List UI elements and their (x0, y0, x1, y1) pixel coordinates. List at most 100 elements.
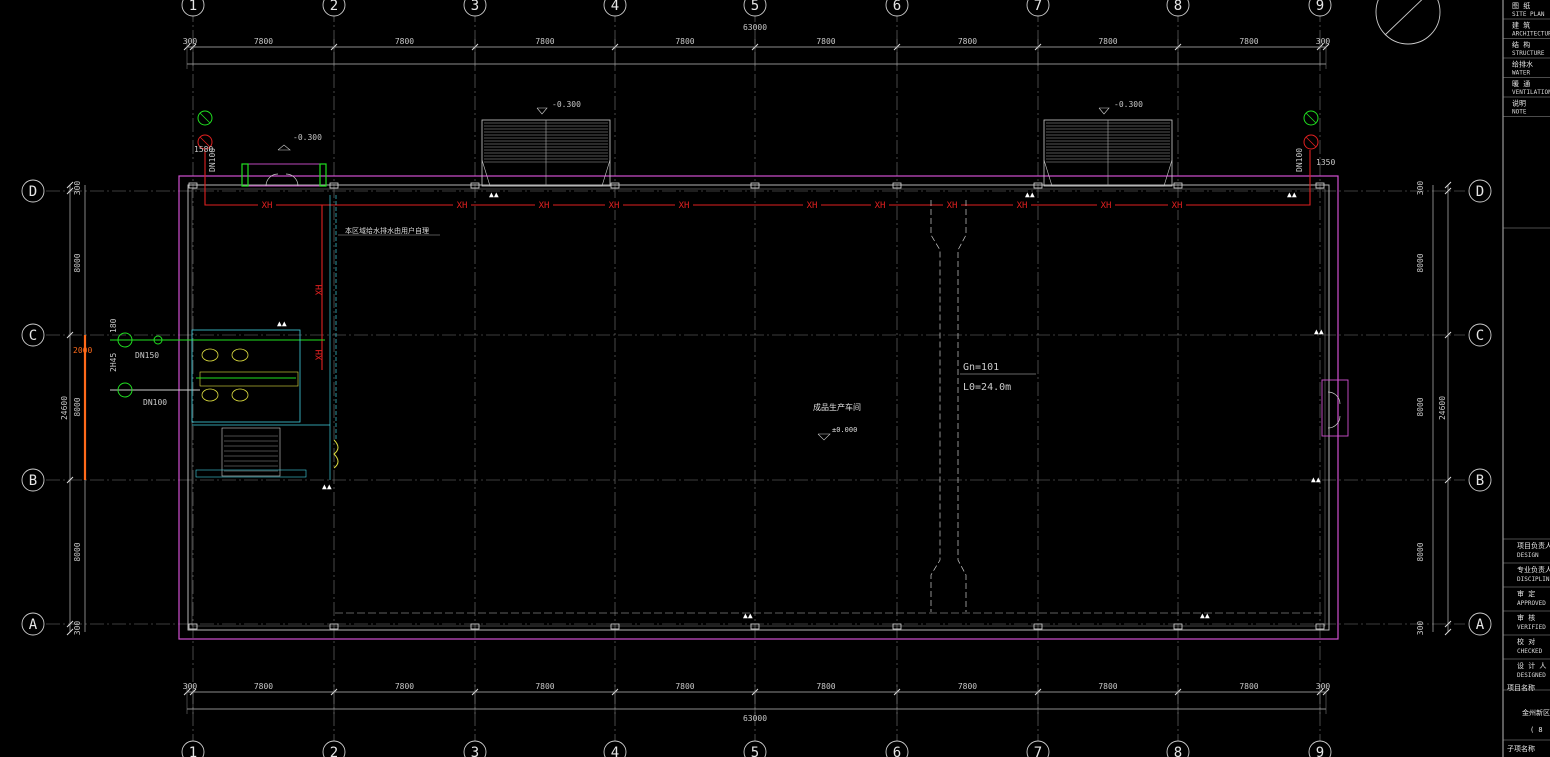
note-text: 本区域给水排水由用户自理 (345, 226, 429, 235)
side-dim-label: 8000 (1416, 253, 1425, 272)
elevation-mark (1098, 107, 1110, 115)
axis-label-col: 2 (330, 745, 338, 757)
tb-sign-cn: 审 定 (1517, 589, 1535, 598)
dim-label: 7800 (958, 37, 977, 46)
sink-counter (199, 371, 299, 387)
north-arrow-circle (1375, 0, 1441, 45)
side-dim-label: 300 (1416, 621, 1425, 636)
trench-right (957, 200, 967, 612)
tb-sign-en: DISCIPLINE (1517, 576, 1550, 583)
fire-main-pipe (204, 150, 1311, 206)
side-door-frame (1321, 379, 1349, 437)
hydrant-marker-1: ▲▲ (489, 190, 499, 199)
stair (221, 427, 281, 477)
toilet-fixture-0 (201, 348, 219, 362)
total-dim-label: 63000 (743, 23, 767, 32)
north-arrow-needle (1384, 0, 1423, 36)
axis-label-row: A (29, 617, 38, 633)
axis-label-row: A (1476, 617, 1485, 633)
pipe-label-xh: XH (807, 201, 818, 211)
tb-sign-cn: 项目负责人 (1517, 541, 1550, 550)
tb-sign-cn: 校 对 (1517, 637, 1535, 646)
tb-sign-cn: 审 核 (1517, 613, 1535, 622)
axis-label-col: 4 (611, 0, 619, 14)
hydrant-marker-7: ▲▲ (1314, 327, 1324, 336)
pipe-label-xh: XH (1172, 201, 1183, 211)
axis-label-row: D (29, 184, 37, 200)
dim-label: 7800 (535, 682, 554, 691)
pipe-label-xh: XH (875, 201, 886, 211)
dn100-label: DN100 (143, 398, 167, 407)
pipe-label-xh: XH (539, 201, 550, 211)
axis-label-col: 4 (611, 745, 619, 757)
axis-label-col: 9 (1316, 0, 1324, 14)
building-outer-wall (178, 175, 1339, 640)
axis-label-col: 3 (471, 0, 479, 14)
hydrant-marker-3: ▲▲ (1287, 190, 1297, 199)
dim-label: 300 (183, 37, 198, 46)
roof-elevation: -0.300 (552, 100, 581, 109)
axis-label-row: B (29, 473, 37, 489)
fire-box-label-2: L0=24.0m (963, 382, 1011, 393)
axis-label-col: 5 (751, 745, 759, 757)
tb-row-cn: 图 纸 (1512, 1, 1530, 10)
pipe-label-xh: XH (609, 201, 620, 211)
side-dim-label: 8000 (1416, 397, 1425, 416)
hydrant-marker-0: ▲▲ (277, 319, 287, 328)
small-dim: 1580 (194, 145, 213, 154)
dn150-label: DN150 (135, 351, 159, 360)
dim-label: 7800 (395, 682, 414, 691)
dim-label: 7800 (1098, 682, 1117, 691)
hydrant-marker-5: ▲▲ (743, 611, 753, 620)
axis-label-row: B (1476, 473, 1484, 489)
elevation-mark (536, 107, 548, 115)
side-dim-label: 300 (73, 181, 82, 196)
left-pipe-dim: 180 (109, 318, 118, 333)
side-dim-label: 8000 (73, 253, 82, 272)
side-dim-label: 8000 (73, 542, 82, 561)
side-total-label: 24600 (60, 396, 69, 420)
axis-label-col: 1 (189, 745, 197, 757)
tb-row-cn: 建 筑 (1512, 21, 1530, 30)
pipe-label-xh: XH (1017, 201, 1028, 211)
dim-label: 7800 (675, 682, 694, 691)
toilet-fixture-3 (231, 388, 249, 402)
riser-cross (1305, 112, 1317, 124)
floor-plan-drawing[interactable]: ▲▲▲▲ ▲▲ ▲▲▲▲▲▲ ▲▲▲▲▲▲ 300 7800 7800 7800 7800 78… (0, 0, 1550, 757)
axis-label-col: 6 (893, 0, 901, 14)
small-dim: 1350 (1316, 158, 1335, 167)
toilet-room (191, 329, 301, 423)
dim-label: 300 (183, 682, 198, 691)
axis-label-col: 6 (893, 745, 901, 757)
orange-marker-label: 2000 (73, 346, 92, 355)
tb-row-en: SITE PLAN (1512, 11, 1545, 18)
hydrant-marker-8: ▲▲ (1311, 475, 1321, 484)
yellow-door-swing (333, 439, 339, 469)
dim-label: 7800 (395, 37, 414, 46)
tb-row-en: NOTE (1512, 109, 1527, 116)
tb-row-en: STRUCTURE (1512, 50, 1545, 57)
entry-elevation: -0.300 (293, 133, 322, 142)
left-pipe-dim: 2H45 (109, 353, 118, 372)
dim-label: 7800 (958, 682, 977, 691)
building-inner-wall (187, 184, 1330, 631)
side-total-label: 24600 (1438, 396, 1447, 420)
dim-label: 7800 (816, 37, 835, 46)
pipe-label-xh: XH (947, 201, 958, 211)
hydrant-marker-4: ▲▲ (322, 482, 332, 491)
dim-label: 300 (1316, 682, 1331, 691)
pipe-vert-label: XH (315, 350, 325, 361)
axis-label-col: 1 (189, 0, 197, 14)
tb-row-cn: 说明 (1512, 99, 1526, 108)
tb-drawing-no: 子项名称 (1507, 744, 1535, 753)
tb-project-sub: ( 8 (1530, 726, 1543, 734)
riser-cross (199, 112, 211, 124)
axis-label-col: 3 (471, 745, 479, 757)
axis-label-col: 5 (751, 0, 759, 14)
axis-label-col: 2 (330, 0, 338, 14)
tb-sign-cn: 专业负责人 (1517, 565, 1550, 574)
axis-label-row: D (1476, 184, 1484, 200)
cad-drawing-viewport[interactable]: ▲▲ ▲▲ ▲▲ ▲▲ ▲▲ ▲▲ ▲▲ ▲▲ ▲▲ 300 7800 7800 7800 7800 78… (0, 0, 1550, 757)
hydrant-marker-2: ▲▲ (1025, 190, 1035, 199)
pipe-label-xh: XH (262, 201, 273, 211)
